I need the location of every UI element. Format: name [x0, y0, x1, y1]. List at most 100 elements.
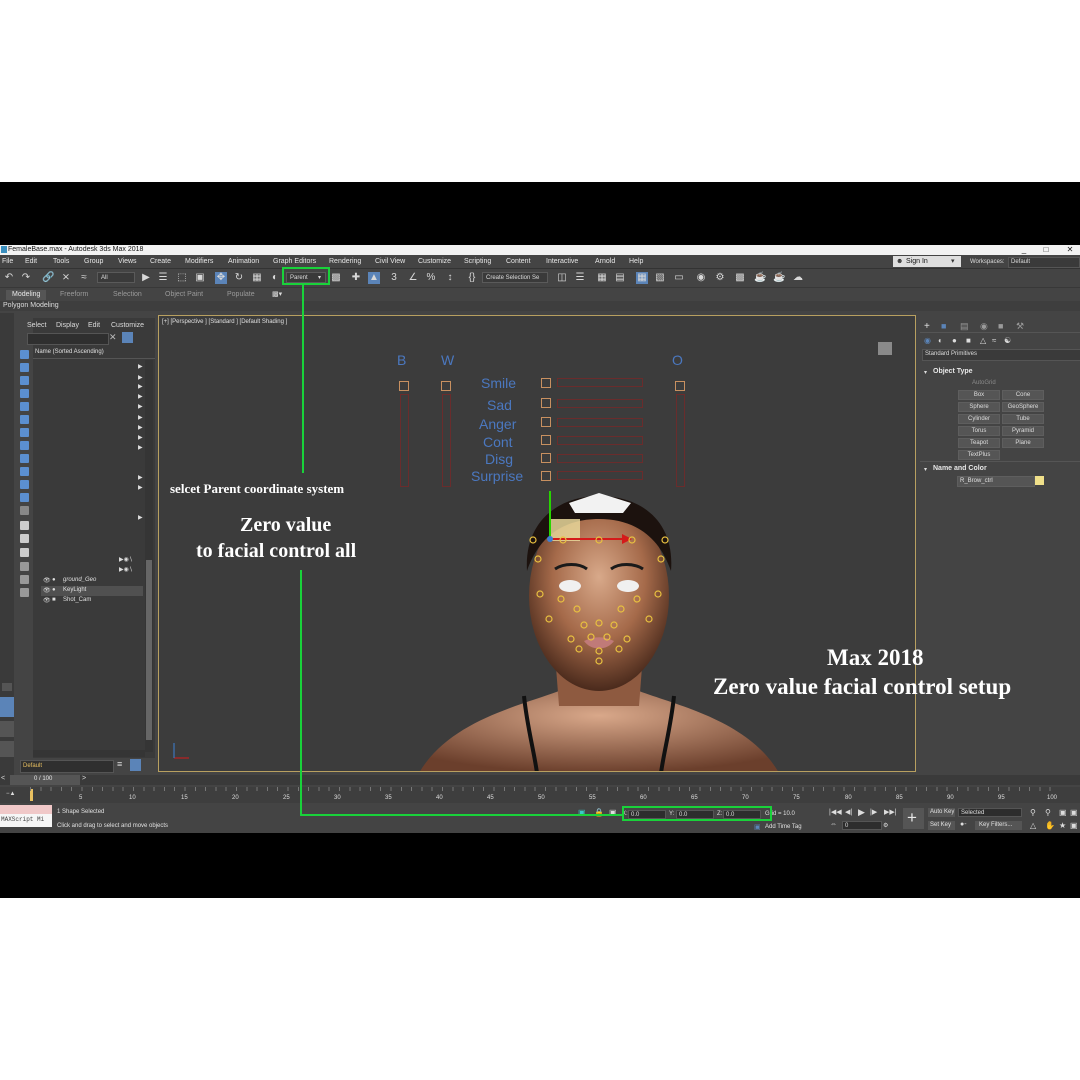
expand-arrow-icon[interactable]: ▶: [138, 414, 143, 421]
object-name-field[interactable]: R_Brow_ctrl: [957, 476, 1035, 487]
menu-customize[interactable]: Customize: [418, 258, 451, 265]
female-head-model[interactable]: [409, 491, 789, 772]
expand-arrow-icon[interactable]: ▶: [138, 514, 143, 521]
control-handle-b[interactable]: [399, 381, 409, 391]
select-manipulate-icon[interactable]: ✚: [350, 272, 362, 284]
groups-filter-icon[interactable]: [20, 454, 29, 463]
selection-filter-dropdown[interactable]: All: [97, 272, 135, 283]
window-crossing-icon[interactable]: ▣: [194, 272, 206, 284]
menu-content[interactable]: Content: [506, 258, 531, 265]
menu-file[interactable]: File: [2, 258, 13, 265]
layer-explorer-icon[interactable]: ▤: [614, 272, 626, 284]
current-frame-field[interactable]: 0: [842, 821, 882, 830]
scrollbar-thumb[interactable]: [146, 560, 152, 740]
collapse-icon[interactable]: ▾: [924, 466, 927, 473]
layer-manager-icon[interactable]: [130, 759, 141, 771]
eye-icon[interactable]: 👁: [43, 597, 51, 604]
minimize-button[interactable]: _: [1018, 245, 1030, 255]
viewcube[interactable]: [871, 340, 899, 358]
explorer-scrollbar[interactable]: [145, 360, 153, 752]
menu-group[interactable]: Group: [84, 258, 103, 265]
cameras-category-icon[interactable]: ■: [966, 336, 971, 345]
rectangular-selection-icon[interactable]: ⬚: [176, 272, 188, 284]
menu-scripting[interactable]: Scripting: [464, 258, 491, 265]
menu-civil-view[interactable]: Civil View: [375, 258, 405, 265]
autogrid-checkbox[interactable]: AutoGrid: [972, 380, 996, 386]
hierarchy-tab-icon[interactable]: ▤: [960, 321, 969, 332]
menu-graph-editors[interactable]: Graph Editors: [273, 258, 316, 265]
list-item[interactable]: 👁 ● ground_Geo: [41, 576, 143, 586]
shapes-filter-icon[interactable]: [20, 389, 29, 398]
set-key-big-button[interactable]: +: [903, 808, 924, 829]
ribbon-options-icon[interactable]: ▩▾: [272, 290, 282, 298]
eye-icon[interactable]: 👁: [43, 577, 51, 584]
expand-arrow-icon[interactable]: ▶: [138, 474, 143, 481]
play-icon[interactable]: ▶: [858, 807, 865, 818]
keyboard-shortcut-toggle-icon[interactable]: ▲: [368, 272, 380, 284]
doc-icon[interactable]: [20, 548, 29, 557]
mini-curve-editor-icon[interactable]: −▲: [6, 791, 15, 797]
expand-arrow-icon[interactable]: ▶: [138, 434, 143, 441]
time-slider[interactable]: < 0 / 100 >: [0, 775, 1080, 785]
select-by-name-icon[interactable]: ☰: [157, 272, 169, 284]
scene-explorer-icon[interactable]: ▦: [596, 272, 608, 284]
named-selection-dropdown[interactable]: Create Selection Se: [482, 272, 548, 283]
maximize-button[interactable]: □: [1040, 245, 1052, 255]
hidden-filter-icon[interactable]: [20, 521, 29, 530]
bones-filter-icon[interactable]: [20, 480, 29, 489]
set-key-button[interactable]: Set Key: [928, 821, 955, 830]
key-filters-button[interactable]: Key Filters...: [975, 821, 1022, 830]
expand-arrow-icon[interactable]: ▶: [138, 403, 143, 410]
viewport-layout-tab-3[interactable]: [0, 741, 14, 757]
explorer-menu-customize[interactable]: Customize: [111, 322, 144, 329]
track-bar[interactable]: −▲ 5 10 15 20 25 30 35 40 45 50 55 60 65…: [0, 787, 1080, 803]
control-handle-w[interactable]: [441, 381, 451, 391]
control-handle-o[interactable]: [675, 381, 685, 391]
workspace-dropdown[interactable]: Default: [1008, 257, 1080, 268]
polygon-modeling-label[interactable]: Polygon Modeling: [3, 302, 59, 309]
orbit-icon[interactable]: ★: [1059, 821, 1066, 830]
explorer-h-scrollbar[interactable]: [33, 750, 145, 757]
percent-snap-icon[interactable]: %: [425, 272, 437, 284]
render-in-cloud-icon[interactable]: ☁: [792, 272, 804, 284]
viewcube-face[interactable]: [878, 342, 892, 355]
control-handle-smile[interactable]: [541, 378, 551, 388]
zoom-extents-all-icon[interactable]: ▣: [1070, 808, 1078, 817]
cameras-filter-icon[interactable]: [20, 415, 29, 424]
menu-interactive[interactable]: Interactive: [546, 258, 578, 265]
field-of-view-icon[interactable]: △: [1030, 821, 1036, 830]
control-handle-anger[interactable]: [541, 417, 551, 427]
time-config-icon[interactable]: ⚙: [883, 822, 888, 829]
explorer-menu-select[interactable]: Select: [27, 322, 46, 329]
control-handle-disg[interactable]: [541, 453, 551, 463]
layer-dropdown[interactable]: Default: [20, 760, 114, 773]
rendered-frame-window-icon[interactable]: ▩: [734, 272, 746, 284]
menu-edit[interactable]: Edit: [25, 258, 37, 265]
select-and-scale-icon[interactable]: ▦: [251, 272, 263, 284]
teapot-button[interactable]: Teapot: [958, 438, 1000, 448]
maxscript-output[interactable]: [0, 805, 52, 814]
display-none-icon[interactable]: [20, 350, 29, 359]
control-handle-surprise[interactable]: [541, 471, 551, 481]
previous-frame-icon[interactable]: ◀|: [845, 808, 852, 816]
select-object-icon[interactable]: ▶: [140, 272, 152, 284]
pan-view-icon[interactable]: ✋: [1045, 821, 1055, 830]
create-tab-icon[interactable]: +: [924, 321, 930, 332]
shapes-category-icon[interactable]: ◐: [938, 336, 943, 345]
tab-selection[interactable]: Selection: [113, 291, 142, 298]
motion-tab-icon[interactable]: ◉: [980, 321, 988, 332]
tab-freeform[interactable]: Freeform: [60, 291, 88, 298]
select-and-rotate-icon[interactable]: ↻: [233, 272, 245, 284]
cone-button[interactable]: Cone: [1002, 390, 1044, 400]
curve-editor-icon[interactable]: ▧: [654, 272, 666, 284]
primitive-category-dropdown[interactable]: Standard Primitives: [922, 349, 1080, 361]
material-editor-icon[interactable]: ◉: [695, 272, 707, 284]
next-frame-icon[interactable]: |▶: [870, 808, 877, 816]
filter-funnel-icon[interactable]: [20, 562, 29, 571]
render-iterative-icon[interactable]: ☕: [773, 272, 785, 284]
textplus-button[interactable]: TextPlus: [958, 450, 1000, 460]
object-color-swatch[interactable]: [1035, 476, 1044, 485]
tab-object-paint[interactable]: Object Paint: [165, 291, 203, 298]
expand-arrow-icon[interactable]: ▶: [138, 444, 143, 451]
go-to-end-icon[interactable]: ▶▶|: [884, 808, 897, 816]
